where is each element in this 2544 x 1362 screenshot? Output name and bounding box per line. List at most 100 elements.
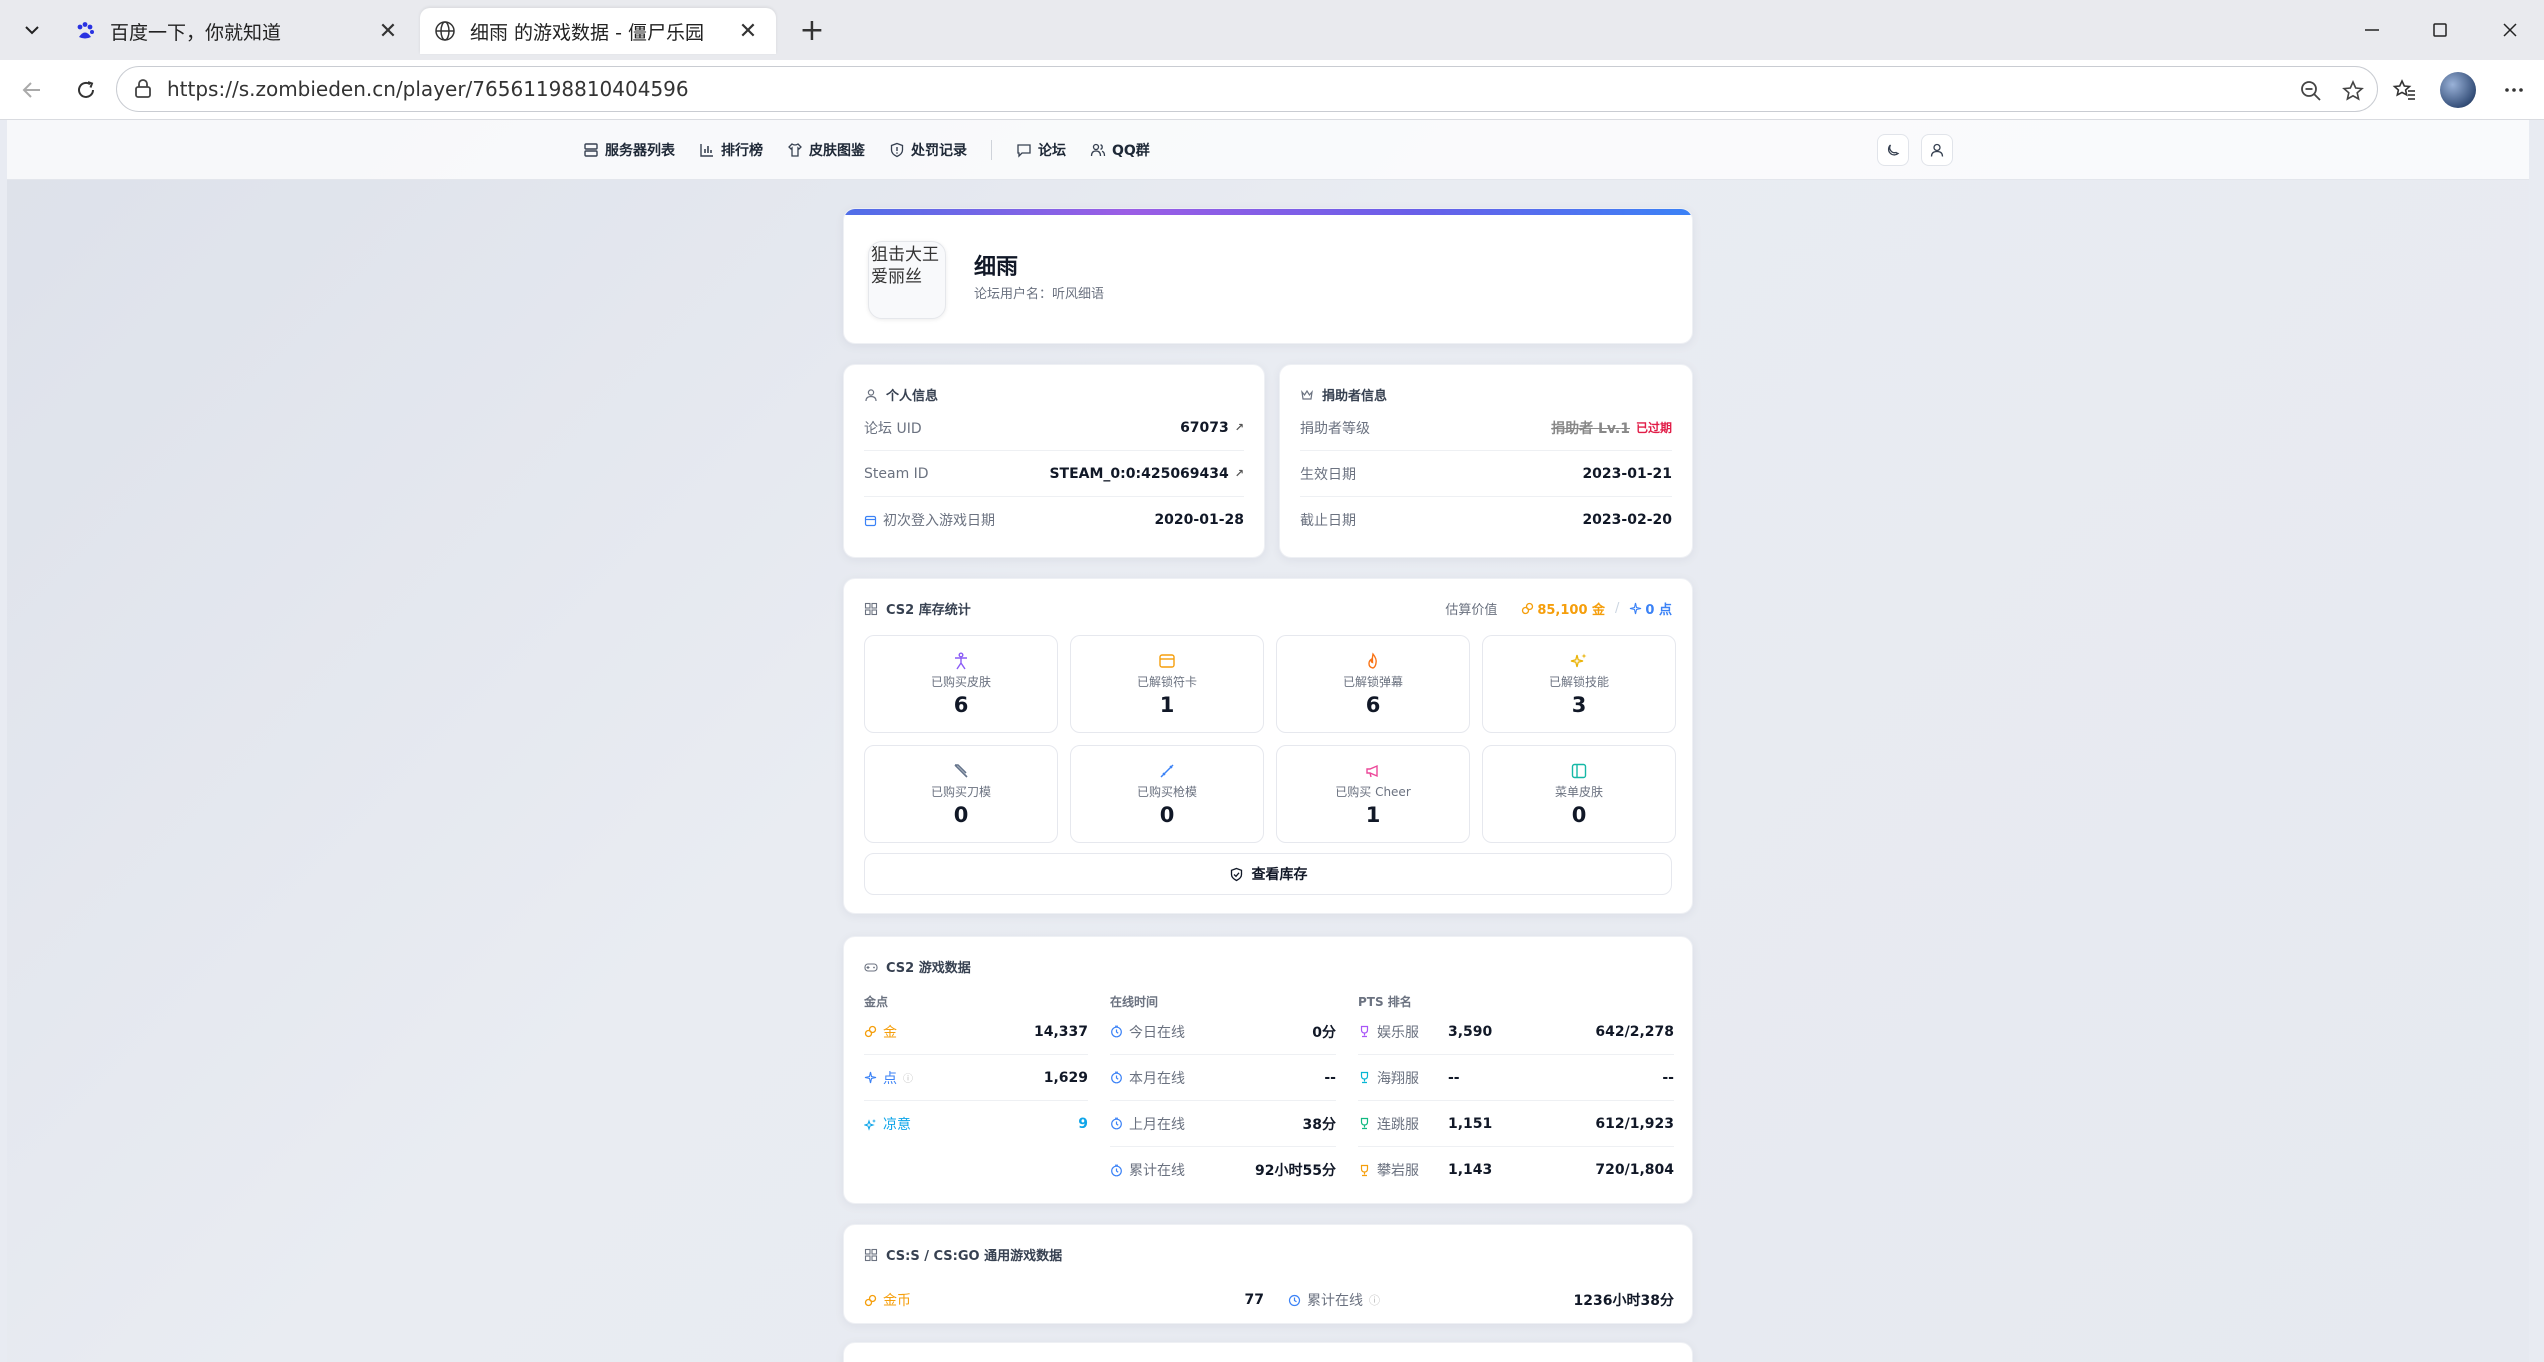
info-value: 2020-01-28: [1154, 512, 1244, 528]
bar-chart-icon: [700, 144, 713, 157]
row-value: 77: [1244, 1292, 1264, 1308]
gold-column-header: 金点: [864, 995, 889, 1009]
online-row: 本月在线 --: [1110, 1055, 1336, 1101]
pts-row: 连跳服 1,151 612/1,923: [1358, 1101, 1674, 1147]
tab-zombieden[interactable]: 细雨 的游戏数据 - 僵尸乐园 ✕: [420, 8, 776, 54]
tab-title: 百度一下，你就知道: [110, 21, 282, 44]
clock-icon: [1111, 1117, 1122, 1130]
stat-label: 已购买皮肤: [930, 674, 991, 689]
minimize-icon[interactable]: [2342, 10, 2402, 50]
avatar-alt-text: 狙击大王爱丽丝: [871, 245, 939, 287]
back-arrow-icon[interactable]: [12, 70, 52, 110]
pts-row: 攀岩服 1,143 720/1,804: [1358, 1147, 1674, 1193]
flame-icon: [1368, 651, 1377, 669]
row-label: 上月在线: [1129, 1116, 1185, 1133]
row-value: 9: [1078, 1116, 1088, 1132]
card-icon: [1159, 653, 1175, 668]
nav-server-list[interactable]: 服务器列表: [583, 136, 675, 164]
row-label: 今日在线: [1129, 1024, 1185, 1041]
favorites-list-icon[interactable]: [2384, 70, 2424, 110]
clock-icon: [1111, 1164, 1122, 1176]
row-label: 海翔服: [1377, 1070, 1419, 1087]
close-window-icon[interactable]: [2480, 10, 2540, 50]
card-title-text: 个人信息: [886, 389, 939, 404]
donor-level-row: 捐助者等级 捐助者 Lv.1 已过期: [1300, 405, 1672, 451]
tab-baidu[interactable]: 百度一下，你就知道 ✕: [60, 8, 416, 54]
game-data-card: CS2 游戏数据 金点 在线时间 PTS 排名 金 14,337 点 ⓘ 1,629…: [843, 936, 1693, 1204]
nav-label: 服务器列表: [605, 143, 675, 159]
info-label: 生效日期: [1300, 466, 1356, 483]
nav-qq-group[interactable]: QQ群: [1090, 136, 1150, 164]
gold-row: 金 14,337: [864, 1009, 1088, 1055]
url-text: https://s.zombieden.cn/player/7656119881…: [167, 77, 689, 101]
maximize-icon[interactable]: [2410, 10, 2470, 50]
stat-label: 已购买 Cheer: [1335, 784, 1411, 799]
row-label: 娱乐服: [1377, 1024, 1419, 1041]
row-value: 1236小时38分: [1573, 1293, 1674, 1309]
card-title-text: CS2 库存统计: [886, 603, 971, 618]
info-label: Steam ID: [864, 465, 929, 482]
row-label-wrap: 上月在线: [1110, 1114, 1185, 1134]
pts-row: 娱乐服 3,590 642/2,278: [1358, 1009, 1674, 1055]
tab-list-chevron-icon[interactable]: [12, 12, 52, 48]
stat-label: 菜单皮肤: [1554, 784, 1603, 799]
info-circle-icon[interactable]: ⓘ: [1369, 1292, 1380, 1308]
sparkles-icon: [1570, 653, 1587, 667]
row-label: 本月在线: [1129, 1070, 1185, 1087]
nav-skin-gallery[interactable]: 皮肤图鉴: [787, 136, 865, 164]
stat-tile: 已购买刀模 0: [864, 745, 1058, 843]
lock-icon[interactable]: [131, 77, 155, 101]
forum-uid-link[interactable]: 67073 ↗: [1180, 420, 1244, 436]
crown-icon: [1301, 389, 1313, 400]
zoom-out-icon[interactable]: [2297, 77, 2325, 105]
gold-row: 点 ⓘ 1,629: [864, 1055, 1088, 1101]
user-account-button[interactable]: [1921, 134, 1953, 166]
shirt-icon: [788, 143, 802, 157]
external-link-icon: ↗: [1234, 421, 1244, 434]
close-tab-icon[interactable]: ✕: [374, 19, 402, 44]
nav-label: 排行榜: [721, 143, 763, 159]
view-inventory-label: 查看库存: [1251, 867, 1308, 883]
info-label: 截止日期: [1300, 513, 1356, 529]
moon-icon: [1887, 144, 1900, 156]
steam-id-link[interactable]: STEAM_0:0:425069434 ↗: [1049, 466, 1244, 482]
close-tab-icon[interactable]: ✕: [734, 19, 762, 44]
row-label-wrap: 累计在线: [1110, 1160, 1185, 1180]
gun-icon: [1160, 763, 1174, 778]
legacy-coin-row: 金币 77: [864, 1277, 1264, 1323]
row-label-wrap: 凉意: [864, 1114, 911, 1134]
info-value: 2023-01-21: [1582, 465, 1672, 482]
panel-icon: [1571, 763, 1587, 778]
dark-mode-toggle[interactable]: [1877, 134, 1909, 166]
next-card-partial: [843, 1342, 1693, 1362]
nav-leaderboard[interactable]: 排行榜: [699, 136, 763, 164]
url-input[interactable]: https://s.zombieden.cn/player/7656119881…: [116, 66, 2378, 112]
pts-score: 1,143: [1448, 1162, 1493, 1178]
row-label-wrap: 金币: [864, 1290, 911, 1310]
reload-icon[interactable]: [66, 70, 106, 110]
online-row: 今日在线 0分: [1110, 1009, 1336, 1055]
card-title: 捐助者信息: [1300, 385, 1387, 404]
clock-icon: [1288, 1294, 1301, 1306]
profile-card: 狙击大王爱丽丝 细雨 论坛用户名：听风细语: [843, 208, 1693, 344]
card-title-text: CS:S / CS:GO 通用游戏数据: [886, 1249, 1063, 1264]
nav-punishments[interactable]: 处罚记录: [889, 136, 967, 164]
info-label: 初次登入游戏日期: [883, 513, 995, 529]
row-value: 92小时55分: [1255, 1163, 1336, 1179]
more-menu-icon[interactable]: [2494, 70, 2534, 110]
nav-forum[interactable]: 论坛: [1016, 136, 1066, 164]
view-inventory-button[interactable]: 查看库存: [864, 853, 1672, 895]
new-tab-plus-icon[interactable]: +: [792, 12, 832, 48]
info-circle-icon[interactable]: ⓘ: [903, 1070, 913, 1085]
browser-profile-avatar[interactable]: [2440, 72, 2476, 108]
gold-value: 85,100 金: [1521, 599, 1605, 618]
favorite-star-icon[interactable]: [2339, 77, 2367, 105]
card-title: CS:S / CS:GO 通用游戏数据: [864, 1245, 1062, 1264]
megaphone-icon: [1366, 764, 1378, 777]
stat-label: 已解锁技能: [1548, 674, 1609, 689]
row-label-wrap: 点 ⓘ: [864, 1068, 913, 1088]
nav-divider: [991, 140, 992, 160]
pts-row: 海翔服 -- --: [1358, 1055, 1674, 1101]
info-value: 2023-02-20: [1582, 512, 1672, 528]
pts-rank: --: [1662, 1069, 1674, 1086]
